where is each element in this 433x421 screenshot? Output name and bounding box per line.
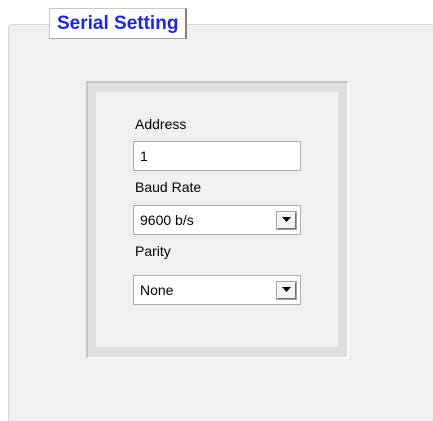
baud-rate-value: 9600 b/s [140,212,194,228]
address-input[interactable] [133,141,301,171]
baud-rate-dropdown-button[interactable] [277,212,296,229]
serial-setting-page: Serial Setting Address Baud Rate 9600 b/… [0,0,433,421]
parity-label: Parity [135,243,171,259]
baud-rate-select[interactable]: 9600 b/s [133,205,301,235]
baud-rate-label: Baud Rate [135,179,202,195]
serial-setting-tab[interactable]: Serial Setting [49,8,188,39]
parity-dropdown-button[interactable] [277,282,296,299]
address-label: Address [135,116,187,132]
parity-value: None [140,282,174,298]
chevron-down-icon [282,217,291,222]
parity-select[interactable]: None [133,275,301,305]
chevron-down-icon [282,287,291,292]
